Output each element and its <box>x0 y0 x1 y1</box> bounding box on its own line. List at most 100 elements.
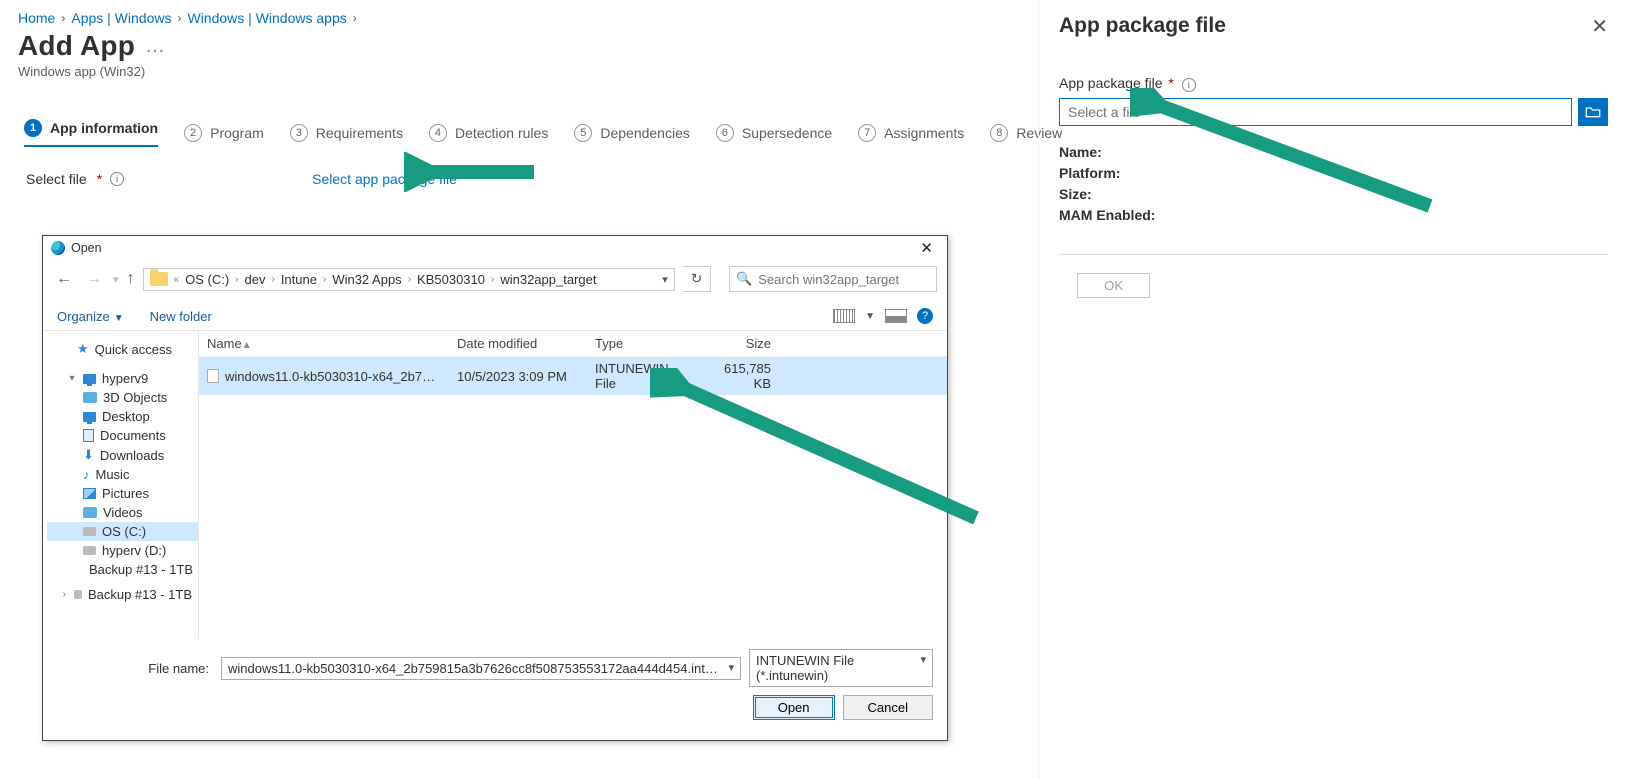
ok-button[interactable]: OK <box>1077 273 1150 298</box>
tree-hyperv-d[interactable]: hyperv (D:) <box>47 541 198 560</box>
step-number: 4 <box>429 124 447 142</box>
file-row[interactable]: windows11.0-kb5030310-x64_2b759815a3... … <box>199 357 947 395</box>
tree-documents[interactable]: Documents <box>47 426 198 445</box>
dialog-close-button[interactable]: ✕ <box>914 239 939 257</box>
tree-videos[interactable]: Videos <box>47 503 198 522</box>
filename-label: File name: <box>148 661 209 676</box>
tree-downloads[interactable]: ⬇Downloads <box>47 445 198 465</box>
step-assignments[interactable]: 7Assignments <box>858 124 964 142</box>
col-type[interactable]: Type <box>587 331 697 356</box>
tree-desktop[interactable]: Desktop <box>47 407 198 426</box>
nav-forward-button[interactable]: → <box>83 270 105 288</box>
meta-size-label: Size: <box>1059 186 1092 202</box>
info-icon[interactable]: i <box>1182 78 1196 92</box>
tree-quick-access[interactable]: ★Quick access <box>47 339 198 359</box>
cancel-button[interactable]: Cancel <box>843 695 933 720</box>
filename-combo[interactable]: windows11.0-kb5030310-x64_2b759815a3b762… <box>221 657 741 680</box>
tree-3d-objects[interactable]: 3D Objects <box>47 388 198 407</box>
filetype-filter[interactable]: INTUNEWIN File (*.intunewin) <box>749 649 933 687</box>
package-file-input[interactable] <box>1059 98 1572 126</box>
file-name: windows11.0-kb5030310-x64_2b759815a3... <box>225 369 449 384</box>
required-icon: * <box>1168 75 1173 91</box>
path-seg[interactable]: Intune <box>281 272 317 287</box>
tree-backup-2[interactable]: ›Backup #13 - 1TB <box>47 585 198 604</box>
folder-open-icon <box>1585 105 1601 119</box>
step-label: Detection rules <box>455 125 548 141</box>
col-date[interactable]: Date modified <box>449 331 587 356</box>
file-date: 10/5/2023 3:09 PM <box>449 365 587 388</box>
search-icon: 🔍 <box>736 271 752 287</box>
nav-up-button[interactable]: ↑ <box>127 270 135 288</box>
file-columns: Name▲ Date modified Type Size <box>199 331 947 357</box>
file-size: 615,785 KB <box>697 357 779 395</box>
new-folder-button[interactable]: New folder <box>150 309 212 324</box>
chevron-right-icon: › <box>177 11 181 25</box>
panel-title: App package file <box>1059 14 1226 38</box>
nav-back-button[interactable]: ← <box>53 270 75 288</box>
edge-icon <box>51 241 65 255</box>
meta-platform-label: Platform: <box>1059 165 1120 181</box>
app-package-panel: App package file ✕ App package file * i … <box>1038 0 1628 779</box>
step-detection-rules[interactable]: 4 Detection rules <box>429 124 548 142</box>
step-app-information[interactable]: 1 App information <box>24 119 158 147</box>
step-label: Assignments <box>884 125 964 141</box>
chevron-right-icon: › <box>61 11 65 25</box>
sort-asc-icon: ▲ <box>242 340 252 351</box>
bc-home[interactable]: Home <box>18 10 55 26</box>
step-dependencies[interactable]: 5 Dependencies <box>574 124 690 142</box>
search-input[interactable] <box>758 272 930 287</box>
tree-backup-1[interactable]: Backup #13 - 1TB <box>47 560 198 579</box>
meta-name-label: Name: <box>1059 144 1102 160</box>
view-list-icon[interactable] <box>833 309 855 323</box>
search-box[interactable]: 🔍 <box>729 266 937 292</box>
path-seg[interactable]: win32app_target <box>500 272 596 287</box>
required-icon: * <box>97 171 102 187</box>
path-seg[interactable]: KB5030310 <box>417 272 485 287</box>
step-program[interactable]: 2 Program <box>184 124 264 142</box>
step-label: Dependencies <box>600 125 690 141</box>
folder-tree: ★Quick access ▾hyperv9 3D Objects Deskto… <box>43 331 199 639</box>
address-dropdown[interactable]: ▾ <box>662 273 668 286</box>
select-app-package-link[interactable]: Select app package file <box>312 171 457 187</box>
refresh-button[interactable]: ↻ <box>683 266 711 292</box>
address-bar[interactable]: « OS (C:)› dev› Intune› Win32 Apps› KB50… <box>143 268 675 291</box>
step-label: Requirements <box>316 125 403 141</box>
tree-os-c[interactable]: OS (C:) <box>47 522 198 541</box>
organize-menu[interactable]: Organize▼ <box>57 309 124 324</box>
step-label: Supersedence <box>742 125 832 141</box>
info-icon[interactable]: i <box>110 172 124 186</box>
tree-pictures[interactable]: Pictures <box>47 484 198 503</box>
page-title: Add App <box>18 30 135 62</box>
path-seg-host[interactable]: OS (C:) <box>185 272 229 287</box>
file-type: INTUNEWIN File <box>587 357 697 395</box>
divider <box>1059 254 1608 255</box>
open-button[interactable]: Open <box>753 695 835 720</box>
folder-icon <box>150 272 168 286</box>
select-file-label: Select file <box>26 171 87 187</box>
col-name[interactable]: Name▲ <box>199 331 449 356</box>
file-icon <box>207 369 219 383</box>
browse-file-button[interactable] <box>1578 98 1608 126</box>
bc-apps[interactable]: Apps | Windows <box>71 10 171 26</box>
step-number: 5 <box>574 124 592 142</box>
view-details-icon[interactable] <box>885 309 907 323</box>
more-options-button[interactable]: … <box>145 35 165 58</box>
help-icon[interactable]: ? <box>917 308 933 324</box>
package-file-label: App package file <box>1059 75 1163 91</box>
path-seg[interactable]: dev <box>245 272 266 287</box>
step-label: Program <box>210 125 264 141</box>
tree-music[interactable]: ♪Music <box>47 465 198 484</box>
file-open-dialog: Open ✕ ← → ▾ ↑ « OS (C:)› dev› Intune› W… <box>42 235 948 741</box>
bc-windows[interactable]: Windows | Windows apps <box>187 10 346 26</box>
meta-mam-label: MAM Enabled: <box>1059 207 1155 223</box>
step-label: App information <box>50 120 158 136</box>
close-panel-button[interactable]: ✕ <box>1591 14 1608 39</box>
step-number: 2 <box>184 124 202 142</box>
chevron-right-icon: › <box>353 11 357 25</box>
step-requirements[interactable]: 3Requirements <box>290 124 403 142</box>
step-number: 6 <box>716 124 734 142</box>
step-supersedence[interactable]: 6 Supersedence <box>716 124 832 142</box>
path-seg[interactable]: Win32 Apps <box>332 272 401 287</box>
tree-host[interactable]: ▾hyperv9 <box>47 369 198 388</box>
col-size[interactable]: Size <box>697 331 779 356</box>
